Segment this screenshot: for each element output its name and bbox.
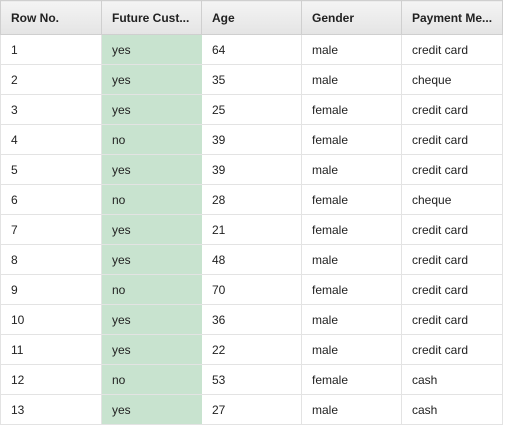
cell-age: 53 <box>201 364 302 395</box>
cell-gender: female <box>301 214 402 245</box>
table-row: 1 yes 64 male credit card <box>0 34 503 65</box>
cell-age: 25 <box>201 94 302 125</box>
cell-gender: female <box>301 364 402 395</box>
table-row: 5 yes 39 male credit card <box>0 154 503 185</box>
cell-row-no: 1 <box>0 34 102 65</box>
cell-age: 39 <box>201 124 302 155</box>
cell-row-no: 12 <box>0 364 102 395</box>
cell-row-no: 9 <box>0 274 102 305</box>
column-header-row-no[interactable]: Row No. <box>0 0 102 35</box>
cell-payment-method: credit card <box>401 214 503 245</box>
table-row: 7 yes 21 female credit card <box>0 214 503 245</box>
cell-row-no: 5 <box>0 154 102 185</box>
cell-gender: female <box>301 274 402 305</box>
cell-gender: male <box>301 34 402 65</box>
table-row: 6 no 28 female cheque <box>0 184 503 215</box>
column-header-future-customer[interactable]: Future Cust... <box>101 0 202 35</box>
cell-age: 70 <box>201 274 302 305</box>
header-row: Row No. Future Cust... Age Gender Paymen… <box>0 0 503 35</box>
cell-row-no: 3 <box>0 94 102 125</box>
cell-row-no: 4 <box>0 124 102 155</box>
column-header-payment-method[interactable]: Payment Me... <box>401 0 503 35</box>
table-row: 9 no 70 female credit card <box>0 274 503 305</box>
table-row: 13 yes 27 male cash <box>0 394 503 425</box>
cell-future-customer: no <box>101 124 202 155</box>
cell-age: 27 <box>201 394 302 425</box>
cell-payment-method: credit card <box>401 244 503 275</box>
cell-gender: male <box>301 304 402 335</box>
cell-gender: male <box>301 64 402 95</box>
cell-payment-method: credit card <box>401 94 503 125</box>
cell-future-customer: yes <box>101 64 202 95</box>
table-row: 8 yes 48 male credit card <box>0 244 503 275</box>
table-row: 3 yes 25 female credit card <box>0 94 503 125</box>
cell-gender: female <box>301 94 402 125</box>
cell-age: 22 <box>201 334 302 365</box>
cell-future-customer: yes <box>101 244 202 275</box>
cell-payment-method: credit card <box>401 304 503 335</box>
cell-future-customer: yes <box>101 34 202 65</box>
cell-future-customer: yes <box>101 394 202 425</box>
cell-future-customer: yes <box>101 154 202 185</box>
table-row: 10 yes 36 male credit card <box>0 304 503 335</box>
cell-payment-method: credit card <box>401 274 503 305</box>
table-row: 12 no 53 female cash <box>0 364 503 395</box>
cell-age: 64 <box>201 34 302 65</box>
cell-gender: male <box>301 394 402 425</box>
cell-row-no: 10 <box>0 304 102 335</box>
cell-row-no: 8 <box>0 244 102 275</box>
cell-row-no: 7 <box>0 214 102 245</box>
column-header-age[interactable]: Age <box>201 0 302 35</box>
cell-age: 39 <box>201 154 302 185</box>
cell-gender: female <box>301 184 402 215</box>
cell-age: 35 <box>201 64 302 95</box>
cell-future-customer: no <box>101 274 202 305</box>
cell-payment-method: credit card <box>401 34 503 65</box>
cell-payment-method: cash <box>401 364 503 395</box>
cell-payment-method: credit card <box>401 334 503 365</box>
cell-gender: male <box>301 244 402 275</box>
cell-age: 36 <box>201 304 302 335</box>
cell-future-customer: yes <box>101 94 202 125</box>
cell-gender: male <box>301 154 402 185</box>
cell-age: 28 <box>201 184 302 215</box>
cell-gender: male <box>301 334 402 365</box>
table-row: 4 no 39 female credit card <box>0 124 503 155</box>
cell-gender: female <box>301 124 402 155</box>
cell-row-no: 6 <box>0 184 102 215</box>
cell-future-customer: yes <box>101 334 202 365</box>
cell-future-customer: yes <box>101 304 202 335</box>
cell-age: 21 <box>201 214 302 245</box>
table-row: 11 yes 22 male credit card <box>0 334 503 365</box>
column-header-gender[interactable]: Gender <box>301 0 402 35</box>
cell-payment-method: cheque <box>401 64 503 95</box>
data-table: Row No. Future Cust... Age Gender Paymen… <box>0 0 503 425</box>
cell-payment-method: credit card <box>401 124 503 155</box>
table-row: 2 yes 35 male cheque <box>0 64 503 95</box>
cell-payment-method: cheque <box>401 184 503 215</box>
cell-payment-method: cash <box>401 394 503 425</box>
cell-future-customer: no <box>101 364 202 395</box>
cell-future-customer: no <box>101 184 202 215</box>
cell-payment-method: credit card <box>401 154 503 185</box>
cell-row-no: 13 <box>0 394 102 425</box>
cell-future-customer: yes <box>101 214 202 245</box>
cell-row-no: 11 <box>0 334 102 365</box>
cell-row-no: 2 <box>0 64 102 95</box>
cell-age: 48 <box>201 244 302 275</box>
